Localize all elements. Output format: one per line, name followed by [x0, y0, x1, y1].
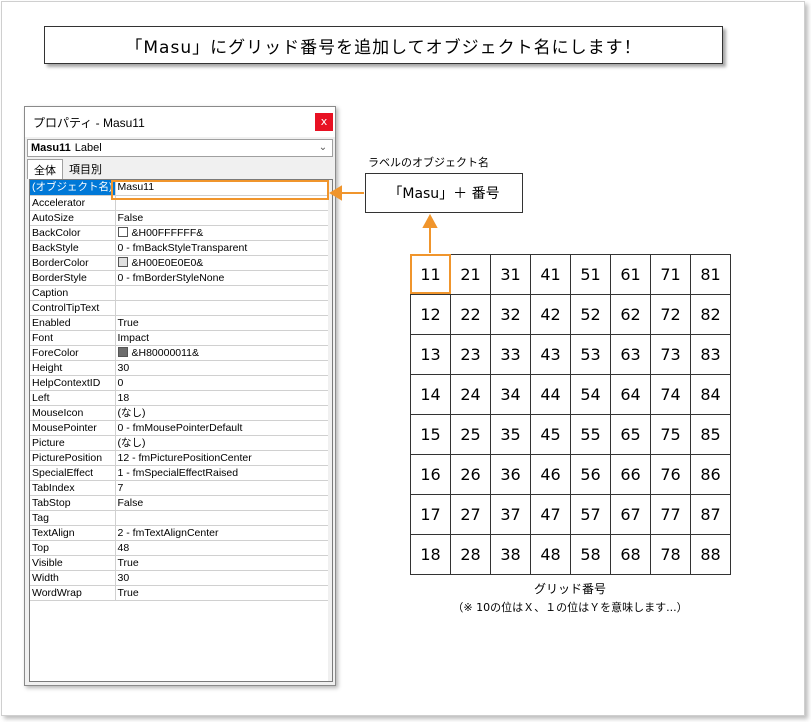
grid-cell: 33 — [490, 334, 531, 375]
grid-cell: 57 — [570, 494, 611, 535]
grid-cell: 28 — [450, 534, 491, 575]
grid-cell: 78 — [650, 534, 691, 575]
grid-caption: グリッド番号 — [533, 582, 606, 596]
grid-cell: 15 — [410, 414, 451, 455]
grid-cell: 41 — [530, 254, 571, 295]
grid-cell: 13 — [410, 334, 451, 375]
grid-cell: 37 — [490, 494, 531, 535]
grid-cell: 62 — [610, 294, 651, 335]
grid-cell: 34 — [490, 374, 531, 415]
grid-cell: 43 — [530, 334, 571, 375]
grid-cell: 72 — [650, 294, 691, 335]
grid-cell: 81 — [690, 254, 731, 295]
grid-cell: 54 — [570, 374, 611, 415]
grid-cell: 63 — [610, 334, 651, 375]
grid-cell: 86 — [690, 454, 731, 495]
grid-cell: 42 — [530, 294, 571, 335]
arrow-to-property-head — [329, 185, 342, 201]
grid-row: 15 25 35 45 55 65 75 85 — [410, 414, 731, 455]
grid-row: 16 26 36 46 56 66 76 86 — [410, 454, 731, 495]
grid-row: 18 28 38 48 58 68 78 88 — [410, 534, 731, 575]
grid-cell: 17 — [410, 494, 451, 535]
grid-cell: 76 — [650, 454, 691, 495]
grid-cell: 18 — [410, 534, 451, 575]
grid-cell: 46 — [530, 454, 571, 495]
grid-cell: 75 — [650, 414, 691, 455]
grid-note: （※ 10の位はＸ、１の位はＹを意味します...） — [452, 601, 688, 614]
grid-cell: 67 — [610, 494, 651, 535]
grid-cell: 12 — [410, 294, 451, 335]
grid-row: 13 23 33 43 53 63 73 83 — [410, 334, 731, 375]
grid-cell: 85 — [690, 414, 731, 455]
grid-cell: 26 — [450, 454, 491, 495]
grid-cell: 47 — [530, 494, 571, 535]
grid-cell: 66 — [610, 454, 651, 495]
grid-cell: 32 — [490, 294, 531, 335]
grid-row: 11 21 31 41 51 61 71 81 — [410, 254, 731, 295]
grid-cell: 88 — [690, 534, 731, 575]
grid-cell: 27 — [450, 494, 491, 535]
grid-cell: 53 — [570, 334, 611, 375]
grid-cell: 68 — [610, 534, 651, 575]
grid-cell: 23 — [450, 334, 491, 375]
grid-row: 14 24 34 44 54 64 74 84 — [410, 374, 731, 415]
grid-cell: 55 — [570, 414, 611, 455]
grid-cell: 61 — [610, 254, 651, 295]
grid-cell: 83 — [690, 334, 731, 375]
number-grid: 11 21 31 41 51 61 71 81 12 22 32 42 52 62 72 82 13 23 33 43… — [410, 254, 731, 575]
arrow-from-grid-head — [422, 213, 438, 228]
grid-cell: 25 — [450, 414, 491, 455]
grid-cell: 21 — [450, 254, 491, 295]
grid-cell-highlight — [410, 254, 451, 294]
grid-cell: 45 — [530, 414, 571, 455]
grid-cell: 74 — [650, 374, 691, 415]
grid-cell: 48 — [530, 534, 571, 575]
grid-cell: 82 — [690, 294, 731, 335]
grid-row: 12 22 32 42 52 62 72 82 — [410, 294, 731, 335]
grid-cell: 36 — [490, 454, 531, 495]
grid-cell: 52 — [570, 294, 611, 335]
grid-cell: 64 — [610, 374, 651, 415]
grid-cell: 22 — [450, 294, 491, 335]
grid-row: 17 27 37 47 57 67 77 87 — [410, 494, 731, 535]
grid-cell: 84 — [690, 374, 731, 415]
grid-cell: 44 — [530, 374, 571, 415]
grid-cell: 56 — [570, 454, 611, 495]
grid-cell: 73 — [650, 334, 691, 375]
grid-cell: 14 — [410, 374, 451, 415]
grid-cell: 31 — [490, 254, 531, 295]
grid-cell: 77 — [650, 494, 691, 535]
grid-cell: 16 — [410, 454, 451, 495]
grid-cell: 65 — [610, 414, 651, 455]
grid-cell: 71 — [650, 254, 691, 295]
grid-cell: 87 — [690, 494, 731, 535]
grid-cell: 35 — [490, 414, 531, 455]
grid-cell: 58 — [570, 534, 611, 575]
grid-cell: 51 — [570, 254, 611, 295]
grid-cell: 24 — [450, 374, 491, 415]
grid-cell: 38 — [490, 534, 531, 575]
